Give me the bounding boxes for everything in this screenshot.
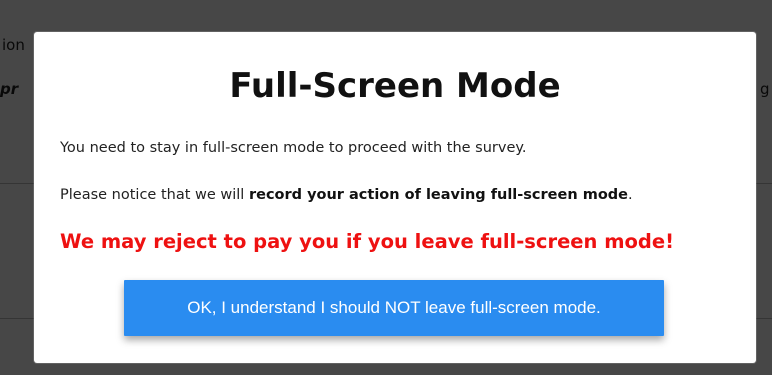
notice-period: . xyxy=(628,187,633,203)
modal-warning: We may reject to pay you if you leave fu… xyxy=(60,230,674,253)
ok-understand-button[interactable]: OK, I understand I should NOT leave full… xyxy=(124,280,664,336)
notice-text: Please notice that we will xyxy=(60,187,249,203)
notice-emphasis: record your action of leaving full-scree… xyxy=(248,187,628,203)
modal-title: Full-Screen Mode xyxy=(229,66,561,106)
modal-message: You need to stay in full-screen mode to … xyxy=(60,140,527,156)
modal-notice: Please notice that we will record your a… xyxy=(60,187,633,203)
full-screen-modal: Full-Screen Mode You need to stay in ful… xyxy=(34,32,756,363)
